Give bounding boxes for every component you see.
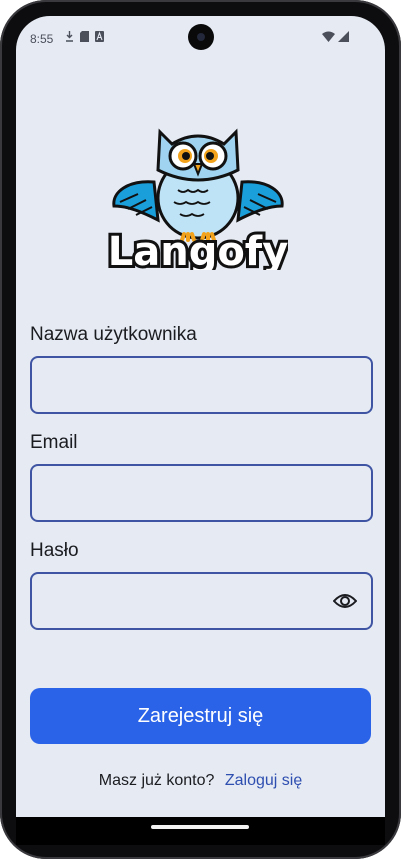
register-button[interactable]: Zarejestruj się [30,688,371,744]
username-input[interactable] [30,356,373,414]
status-icons-left [65,31,104,42]
langofy-logo: Langofy [108,128,288,270]
status-time: 8:55 [30,32,54,46]
navigation-bar [16,817,385,845]
home-gesture-handle[interactable] [151,825,249,829]
wifi-icon [322,31,335,42]
password-label: Hasło [30,540,79,561]
login-link[interactable]: Zaloguj się [225,772,302,789]
email-label: Email [30,432,78,453]
font-icon [95,31,104,42]
email-input[interactable] [30,464,373,522]
have-account-text: Masz już konto? [98,772,215,789]
login-prompt: Masz już konto? Zaloguj się [16,772,385,790]
status-bar: 8:55 [16,16,385,58]
download-icon [66,31,73,42]
eye-icon[interactable] [333,591,357,611]
cell-signal-icon [338,31,349,42]
app-screen: 8:55 Langofy Nazwa użytkownika Email Has… [16,16,385,845]
password-input[interactable] [30,572,373,630]
username-label: Nazwa użytkownika [30,324,197,345]
sd-card-icon [80,31,89,42]
phone-frame: 8:55 Langofy Nazwa użytkownika Email Has… [0,0,401,859]
front-camera [188,24,214,50]
brand-wordmark: Langofy [108,229,288,270]
status-icons-right [322,31,349,42]
